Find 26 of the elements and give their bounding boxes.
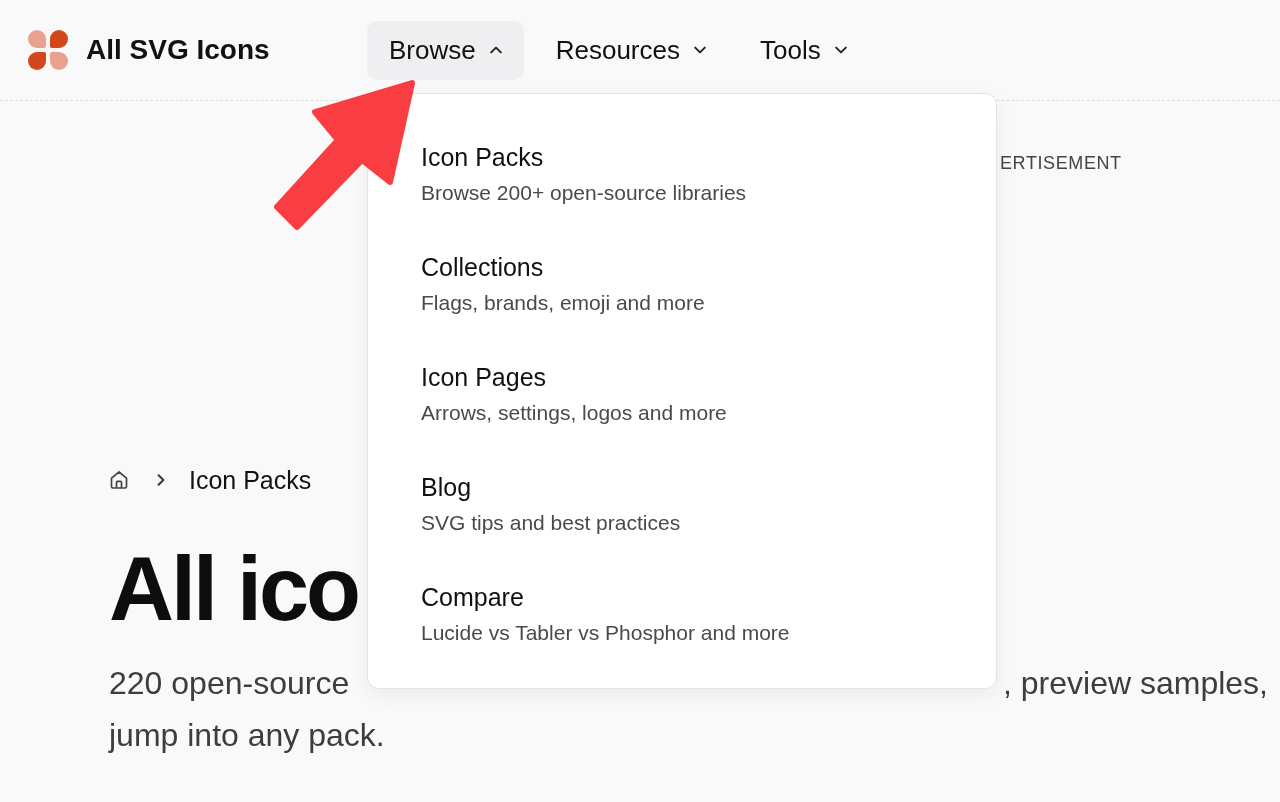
advertisement-label: ERTISEMENT	[1000, 153, 1122, 173]
intro-text: , preview samples,	[1003, 664, 1268, 703]
nav-menu-button[interactable]: Tools	[738, 20, 869, 80]
menu-item-title[interactable]: Collections	[421, 251, 544, 282]
menu-item-description: Lucide vs Tabler vs Phosphor and more	[421, 619, 790, 646]
menu-item-description: Browse 200+ open-source libraries	[421, 179, 747, 206]
menu-item-title[interactable]: Blog	[421, 471, 472, 502]
menu-item-description: Arrows, settings, logos and more	[421, 399, 727, 426]
menu-item-title[interactable]: Icon Packs	[421, 141, 544, 172]
menu-item-description: SVG tips and best practices	[421, 509, 681, 536]
home-icon[interactable]	[109, 470, 129, 490]
chevron-down-icon	[834, 44, 847, 56]
chevron-up-icon	[489, 44, 502, 56]
menu-item-title[interactable]: Icon Pages	[421, 361, 547, 392]
nav-menu-button[interactable]: Resources	[533, 20, 728, 80]
menu-item-description: Flags, brands, emoji and more	[421, 289, 705, 316]
nav-menu-button[interactable]: Browse	[367, 20, 524, 80]
chevron-right-icon	[155, 474, 167, 486]
logo-icon[interactable]	[28, 30, 68, 70]
breadcrumb-current: Icon Packs	[189, 466, 312, 494]
intro-text: jump into any pack.	[109, 716, 385, 755]
page-heading: All ico	[109, 539, 359, 639]
intro-text: 220 open-source	[109, 664, 350, 703]
site-title[interactable]: All SVG Icons	[86, 34, 270, 66]
menu-item-title[interactable]: Compare	[421, 581, 524, 612]
chevron-down-icon	[694, 44, 706, 56]
